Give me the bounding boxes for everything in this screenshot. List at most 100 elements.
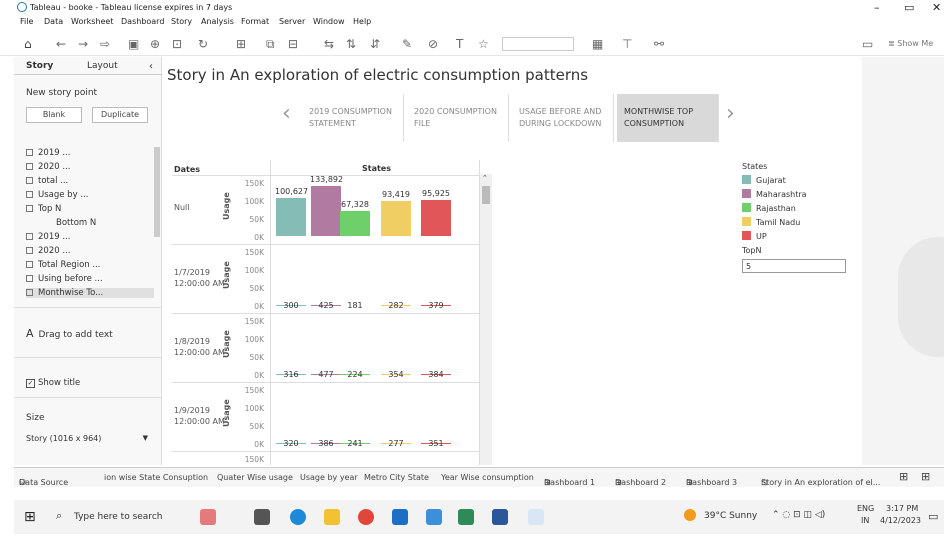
- tab-sheet[interactable]: Metro City State: [364, 473, 429, 482]
- share-icon[interactable]: ⚯: [654, 37, 664, 51]
- sheet-item[interactable]: Usage by ...: [26, 190, 88, 200]
- tab-sheet[interactable]: Year Wise consumption: [441, 473, 534, 482]
- drag-text-item[interactable]: A Drag to add text: [26, 327, 113, 340]
- labels-icon[interactable]: ▦: [592, 37, 603, 51]
- lang-eng[interactable]: ENG: [857, 504, 874, 513]
- collapse-icon[interactable]: ‹: [149, 61, 153, 72]
- snipping-icon[interactable]: [528, 509, 544, 525]
- fit-dropdown[interactable]: [502, 37, 574, 51]
- tray-icons[interactable]: ⌃ ◌ ⊡ ◫ ◁): [772, 510, 825, 520]
- new-dashboard-tab-icon[interactable]: ⊞: [921, 470, 930, 483]
- tab-story[interactable]: Story: [26, 61, 53, 71]
- sheet-item[interactable]: total ...: [26, 176, 68, 186]
- bar[interactable]: [340, 210, 370, 236]
- text-icon[interactable]: T: [456, 37, 463, 51]
- scroll-up-icon[interactable]: ⌃: [482, 174, 488, 182]
- close-icon[interactable]: ✕: [932, 1, 941, 14]
- app-icon[interactable]: [426, 509, 442, 525]
- minimize-icon[interactable]: –: [874, 1, 880, 14]
- legend-item[interactable]: Gujarat: [742, 175, 786, 185]
- bar[interactable]: [421, 200, 451, 236]
- menu-window[interactable]: Window: [313, 17, 345, 26]
- next-point-icon[interactable]: ›: [726, 101, 735, 126]
- sheet-item[interactable]: 2019 ...: [26, 232, 70, 242]
- attach-icon[interactable]: ⊘: [428, 37, 438, 51]
- menu-worksheet[interactable]: Worksheet: [71, 17, 113, 26]
- highlight-icon[interactable]: ✎: [402, 37, 412, 51]
- new-sheet-tab-icon[interactable]: ⊞: [899, 470, 908, 483]
- sheet-item[interactable]: Top N: [26, 204, 61, 214]
- chrome-icon[interactable]: [358, 509, 374, 525]
- new-datasource-icon[interactable]: ⊕: [150, 37, 160, 51]
- word-icon[interactable]: [492, 509, 508, 525]
- menu-server[interactable]: Server: [279, 17, 305, 26]
- story-point-2[interactable]: 2020 CONSUMPTION FILE: [407, 94, 509, 142]
- redo-icon[interactable]: ⇨: [100, 37, 110, 51]
- menu-help[interactable]: Help: [353, 17, 371, 26]
- menu-data[interactable]: Data: [44, 17, 63, 26]
- menu-dashboard[interactable]: Dashboard: [121, 17, 164, 26]
- task-view-icon[interactable]: [254, 509, 270, 525]
- tableau-taskbar-icon[interactable]: [458, 509, 474, 525]
- taskbar-search[interactable]: ⌕ Type here to search: [52, 505, 202, 529]
- sort-asc-icon[interactable]: ⇅: [346, 37, 356, 51]
- topn-input[interactable]: 5: [742, 259, 846, 273]
- bar[interactable]: [311, 186, 341, 236]
- sheet-item[interactable]: 2020 ...: [26, 246, 70, 256]
- clock-time[interactable]: 3:17 PM: [886, 504, 918, 513]
- windows-start-icon[interactable]: ⊞: [24, 509, 36, 525]
- legend-item[interactable]: Tamil Nadu: [742, 217, 800, 227]
- tab-layout[interactable]: Layout: [87, 61, 118, 71]
- edge-icon[interactable]: [290, 509, 306, 525]
- store-icon[interactable]: [392, 509, 408, 525]
- sheet-item[interactable]: Bottom N: [56, 218, 96, 228]
- bar[interactable]: [381, 201, 411, 236]
- presentation-mode-icon[interactable]: ▭: [862, 37, 873, 51]
- prev-point-icon[interactable]: ‹: [282, 101, 291, 126]
- legend-item[interactable]: Rajasthan: [742, 203, 796, 213]
- viz-scrollbar[interactable]: ⌃: [480, 174, 492, 465]
- sort-desc-icon[interactable]: ⇵: [370, 37, 380, 51]
- legend-item[interactable]: UP: [742, 231, 767, 241]
- weather-widget-icon[interactable]: [200, 509, 216, 525]
- menu-analysis[interactable]: Analysis: [201, 17, 234, 26]
- tab-sheet[interactable]: Usage by year: [300, 473, 358, 482]
- sheet-item[interactable]: Using before ...: [26, 274, 103, 284]
- sheet-item[interactable]: 2019 ...: [26, 148, 70, 158]
- sheet-item[interactable]: Monthwise To...: [26, 288, 154, 298]
- sheet-item[interactable]: 2020 ...: [26, 162, 70, 172]
- show-title-checkbox[interactable]: ✓ Show title: [26, 378, 80, 388]
- blank-button[interactable]: Blank: [26, 107, 82, 123]
- legend-item[interactable]: Maharashtra: [742, 189, 807, 199]
- menu-story[interactable]: Story: [171, 17, 192, 26]
- size-dropdown[interactable]: Story (1016 x 964) ▼: [26, 434, 148, 443]
- save-icon[interactable]: ▣: [128, 37, 139, 51]
- home-icon[interactable]: ⌂: [24, 37, 32, 51]
- presentation-icon[interactable]: ⊤: [622, 37, 632, 51]
- lang-in[interactable]: IN: [861, 516, 869, 525]
- story-point-4[interactable]: MONTHWISE TOP CONSUMPTION: [617, 94, 719, 142]
- story-point-3[interactable]: USAGE BEFORE AND DURING LOCKDOWN: [512, 94, 614, 142]
- pin-icon[interactable]: ☆: [478, 37, 489, 51]
- clear-sheet-icon[interactable]: ⊟: [288, 37, 298, 51]
- show-me-button[interactable]: ≣ Show Me: [888, 39, 933, 48]
- clock-date[interactable]: 4/12/2023: [880, 516, 921, 525]
- story-point-1[interactable]: 2019 CONSUMPTION STATEMENT: [302, 94, 404, 142]
- tab-sheet[interactable]: ion wise State Consuption: [104, 473, 208, 482]
- tab-sheet[interactable]: Quater Wise usage: [217, 473, 293, 482]
- swap-icon[interactable]: ⇆: [324, 37, 334, 51]
- sheet-list-scrollbar[interactable]: [154, 147, 160, 237]
- duplicate-sheet-icon[interactable]: ⧉: [266, 37, 275, 52]
- file-explorer-icon[interactable]: [324, 509, 340, 525]
- pause-icon[interactable]: ⊡: [172, 37, 182, 51]
- new-sheet-icon[interactable]: ⊞: [236, 37, 246, 51]
- back-icon[interactable]: ←: [56, 37, 66, 51]
- menu-format[interactable]: Format: [241, 17, 269, 26]
- bar[interactable]: [276, 198, 306, 236]
- sheet-item[interactable]: Total Region ...: [26, 260, 100, 270]
- refresh-icon[interactable]: ↻: [198, 37, 208, 51]
- duplicate-button[interactable]: Duplicate: [92, 107, 148, 123]
- notification-icon[interactable]: ▭: [928, 510, 938, 523]
- scroll-thumb[interactable]: [482, 186, 490, 204]
- menu-file[interactable]: File: [20, 17, 33, 26]
